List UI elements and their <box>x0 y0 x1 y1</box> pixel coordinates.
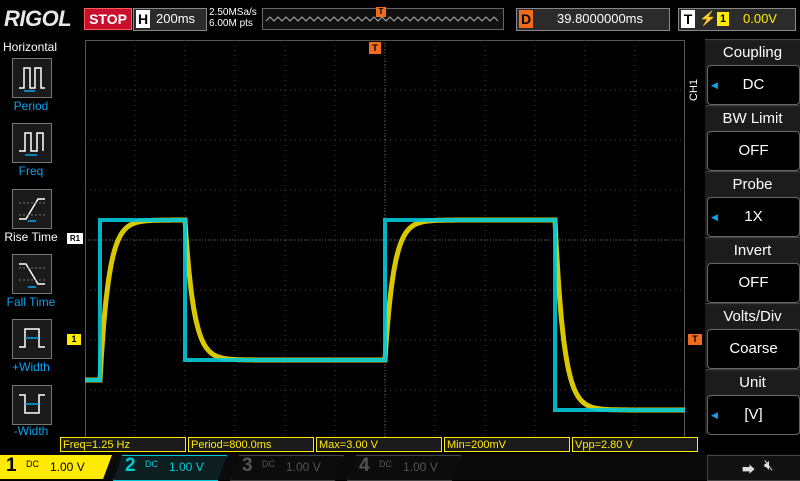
freq-label: Freq <box>18 164 44 178</box>
channel-1-scale: 1.00 V <box>50 460 85 474</box>
memory-depth: 6.00M pts <box>209 18 253 29</box>
probe-value: 1X <box>744 208 763 225</box>
fall-time-icon <box>19 263 45 288</box>
selector-arrow-icon: ◀ <box>711 80 718 90</box>
measure-min[interactable]: Min=200mV <box>444 437 570 452</box>
left-menu-title: Horizontal <box>2 40 58 54</box>
speaker-muted-icon[interactable]: 🔇︎ <box>764 457 773 474</box>
fall-time-label: Fall Time <box>6 295 56 309</box>
coupling-value: DC <box>742 76 765 93</box>
channel-1-coupling-icon: DC <box>26 459 39 469</box>
delay-readout[interactable]: D 39.8000000ms <box>516 8 670 31</box>
acquisition-info: 2.50MSa/s 6.00M pts <box>209 7 257 29</box>
sample-rate: 2.50MSa/s <box>209 7 257 18</box>
channel-3-scale: 1.00 V <box>286 460 321 474</box>
measure-vpp[interactable]: Vpp=2.80 V <box>572 437 698 452</box>
neg-width-icon <box>19 394 45 414</box>
coupling-softkey[interactable]: Coupling ◀ DC <box>705 39 800 105</box>
measure-freq[interactable]: Freq=1.25 Hz <box>60 437 186 452</box>
pos-width-icon <box>19 328 45 348</box>
run-stop-indicator[interactable]: STOP <box>84 8 132 30</box>
trigger-time-marker[interactable]: T <box>369 42 381 54</box>
period-label: Period <box>13 99 49 113</box>
ref-marker[interactable]: R1 <box>67 233 83 244</box>
channel-1-status[interactable]: 1 DC 1.00 V <box>0 455 112 479</box>
channel-3-number: 3 <box>242 455 253 476</box>
freq-icon <box>19 132 44 156</box>
invert-value: OFF <box>738 274 769 291</box>
waveform-display[interactable] <box>85 40 685 440</box>
channel-4-status[interactable]: 4 DC 1.00 V <box>347 455 465 481</box>
bw-limit-softkey[interactable]: BW Limit OFF <box>705 105 800 171</box>
trigger-tag: T <box>681 10 695 28</box>
probe-title: Probe <box>705 174 800 196</box>
neg-width-label: -Width <box>13 424 49 438</box>
rise-time-icon <box>19 198 45 222</box>
channel-4-coupling-icon: DC <box>379 459 392 469</box>
trigger-readout[interactable]: T ⚡ 1 0.00V <box>678 8 796 31</box>
channel-3-status[interactable]: 3 DC 1.00 V <box>230 455 348 481</box>
horizontal-timebase[interactable]: H 200ms <box>133 8 207 31</box>
brand-logo: RIGOL <box>4 6 72 31</box>
volts-div-softkey[interactable]: Volts/Div Coarse <box>705 303 800 369</box>
measure-max[interactable]: Max=3.00 V <box>316 437 442 452</box>
bw-limit-title: BW Limit <box>705 108 800 130</box>
channel-4-scale: 1.00 V <box>403 460 438 474</box>
invert-title: Invert <box>705 240 800 262</box>
freq-button[interactable] <box>12 123 52 163</box>
pos-width-label: +Width <box>12 360 50 374</box>
coupling-value-box[interactable]: ◀ DC <box>707 65 800 105</box>
unit-value-box[interactable]: ◀ [V] <box>707 395 800 435</box>
trigger-source: 1 <box>717 12 729 26</box>
delay-tag: D <box>519 10 533 28</box>
invert-value-box[interactable]: OFF <box>707 263 800 303</box>
trigger-level-marker[interactable]: T <box>688 334 702 345</box>
trigger-level: 0.00V <box>743 11 777 26</box>
selector-arrow-icon: ◀ <box>711 212 718 222</box>
coupling-title: Coupling <box>705 42 800 64</box>
bw-limit-value: OFF <box>738 142 769 159</box>
channel-settings-menu: Coupling ◀ DC BW Limit OFF Probe ◀ 1X Inve… <box>705 38 800 436</box>
rising-edge-icon: ⚡ <box>699 10 717 26</box>
unit-title: Unit <box>705 372 800 394</box>
channel-1-number: 1 <box>6 455 17 476</box>
channel-2-trace <box>85 218 685 412</box>
selector-arrow-icon: ◀ <box>711 410 718 420</box>
timebase-value: 200ms <box>156 11 196 26</box>
volts-div-title: Volts/Div <box>705 306 800 328</box>
horizontal-tag: H <box>136 10 150 28</box>
probe-value-box[interactable]: ◀ 1X <box>707 197 800 237</box>
rise-time-button[interactable] <box>12 189 52 229</box>
channel-menu-tab: CH1 <box>688 79 700 102</box>
period-icon <box>19 67 45 92</box>
channel-2-status[interactable]: 2 DC 1.00 V <box>113 455 231 481</box>
probe-softkey[interactable]: Probe ◀ 1X <box>705 171 800 237</box>
period-button[interactable] <box>12 58 52 98</box>
fall-time-button[interactable] <box>12 254 52 294</box>
invert-softkey[interactable]: Invert OFF <box>705 237 800 303</box>
usb-icon: ⮕ <box>742 462 756 477</box>
channel-2-scale: 1.00 V <box>169 460 204 474</box>
neg-width-button[interactable] <box>12 385 52 425</box>
waveform-traces <box>85 217 685 413</box>
unit-value: [V] <box>744 406 763 423</box>
channel-2-coupling-icon: DC <box>145 459 158 469</box>
trigger-position-marker: T <box>376 7 386 17</box>
unit-softkey[interactable]: Unit ◀ [V] <box>705 369 800 435</box>
ch1-offset-marker[interactable]: 1 <box>67 334 81 345</box>
channel-2-number: 2 <box>125 455 136 476</box>
channel-4-number: 4 <box>359 455 370 476</box>
pos-width-button[interactable] <box>12 319 52 359</box>
delay-value: 39.8000000ms <box>557 11 644 26</box>
bw-limit-value-box[interactable]: OFF <box>707 131 800 171</box>
volts-div-value: Coarse <box>729 340 778 357</box>
measure-period[interactable]: Period=800.0ms <box>188 437 314 452</box>
volts-div-value-box[interactable]: Coarse <box>707 329 800 369</box>
channel-3-coupling-icon: DC <box>262 459 275 469</box>
rise-time-label: Rise Time <box>4 230 58 244</box>
